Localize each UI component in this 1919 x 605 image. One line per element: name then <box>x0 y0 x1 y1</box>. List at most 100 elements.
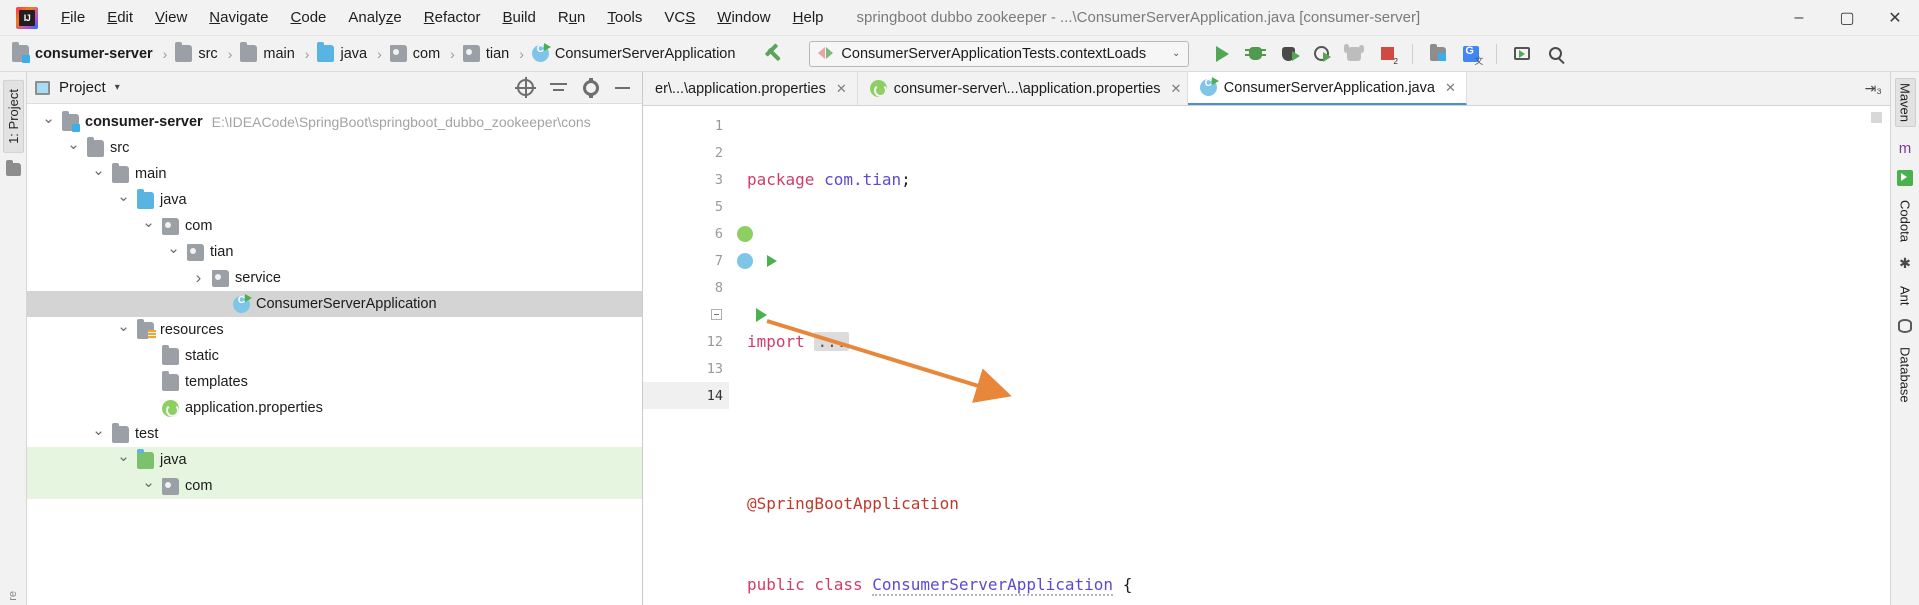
toolbar-divider <box>1496 43 1498 64</box>
tree-row-main[interactable]: main <box>27 161 642 187</box>
menu-item-refactor[interactable]: Refactor <box>413 0 492 35</box>
folder-icon <box>175 42 193 62</box>
breadcrumb-item-com[interactable]: com <box>388 43 444 64</box>
line-number: 9 <box>643 301 767 328</box>
chevron-right-icon[interactable] <box>191 268 206 288</box>
menu-item-analyze[interactable]: Analyze <box>337 0 412 35</box>
menu-item-window[interactable]: Window <box>706 0 781 35</box>
collapsed-imports[interactable]: ... <box>814 332 850 351</box>
menu-item-build[interactable]: Build <box>491 0 546 35</box>
tree-row-test[interactable]: test <box>27 421 642 447</box>
close-icon[interactable]: ✕ <box>1445 80 1456 96</box>
tree-row-application-properties[interactable]: application.properties <box>27 395 642 421</box>
tree-row-templates[interactable]: templates <box>27 369 642 395</box>
breadcrumb-item-tian[interactable]: tian <box>461 43 513 64</box>
tree-row-test-java[interactable]: java <box>27 447 642 473</box>
tool-window-button-ant[interactable]: Ant <box>1898 286 1913 306</box>
breadcrumb-item-class[interactable]: ConsumerServerApplication <box>530 43 740 64</box>
build-project-icon[interactable] <box>761 41 787 67</box>
menu-item-edit[interactable]: Edit <box>96 0 144 35</box>
editor-scrollbar-marker[interactable] <box>1871 112 1882 123</box>
run-icon[interactable] <box>1207 40 1237 68</box>
code-editor[interactable]: 1 2 3 5 6 7 8 9 <box>643 106 1890 605</box>
maximize-button[interactable]: ▢ <box>1823 0 1871 35</box>
tree-row-java[interactable]: java <box>27 187 642 213</box>
tree-row-src[interactable]: src <box>27 135 642 161</box>
editor-tabs-overflow[interactable]: ⇥₃ <box>1857 72 1890 105</box>
breadcrumb-item-consumer-server[interactable]: consumer-server <box>10 42 157 64</box>
menu-item-code[interactable]: Code <box>280 0 338 35</box>
menu-bar: File Edit View Navigate Code Analyze Ref… <box>50 0 835 35</box>
chevron-down-icon[interactable] <box>141 477 156 495</box>
tool-window-button-maven[interactable]: Maven <box>1894 78 1916 128</box>
chevron-down-icon[interactable] <box>116 191 131 209</box>
debug-icon[interactable] <box>1240 40 1270 68</box>
editor-tab-0[interactable]: er\...\application.properties ✕ <box>643 72 858 105</box>
tree-row-consumer-server[interactable]: consumer-server E:\IDEACode\SpringBoot\s… <box>27 109 642 135</box>
tree-row-resources[interactable]: resources <box>27 317 642 343</box>
tree-row-tian[interactable]: tian <box>27 239 642 265</box>
tree-path: E:\IDEACode\SpringBoot\springboot_dubbo_… <box>211 114 591 130</box>
breadcrumb-item-java[interactable]: java <box>315 42 371 64</box>
breadcrumb-item-main[interactable]: main <box>238 42 298 64</box>
fold-toggle-icon[interactable] <box>711 309 722 320</box>
settings-icon[interactable] <box>583 77 599 98</box>
tree-row-consumer-server-application[interactable]: ConsumerServerApplication <box>27 291 642 317</box>
tree-row-test-com[interactable]: com <box>27 473 642 499</box>
menu-item-file[interactable]: File <box>50 0 96 35</box>
close-button[interactable]: ✕ <box>1871 0 1919 35</box>
chevron-down-icon[interactable] <box>91 165 106 183</box>
profile-icon[interactable] <box>1306 40 1336 68</box>
tree-row-service[interactable]: service <box>27 265 642 291</box>
run-with-coverage-icon[interactable] <box>1273 40 1303 68</box>
close-icon[interactable]: ✕ <box>1171 81 1182 97</box>
menu-item-vcs[interactable]: VCS <box>653 0 706 35</box>
collapse-all-icon[interactable] <box>550 81 567 95</box>
codota-icon[interactable] <box>1897 170 1913 187</box>
menu-item-run[interactable]: Run <box>547 0 597 35</box>
chevron-down-icon[interactable] <box>41 113 56 131</box>
editor-tabs: er\...\application.properties ✕ consumer… <box>643 72 1890 106</box>
tree-row-com[interactable]: com <box>27 213 642 239</box>
window-controls: – ▢ ✕ <box>1775 0 1919 35</box>
tree-label: java <box>160 192 187 208</box>
tool-window-button-database[interactable]: Database <box>1898 347 1913 403</box>
chevron-down-icon[interactable] <box>116 451 131 469</box>
chevron-down-icon[interactable] <box>116 321 131 339</box>
chevron-down-icon[interactable] <box>91 425 106 443</box>
chevron-down-icon[interactable]: ▾ <box>115 82 120 93</box>
code-text[interactable]: package com.tian; import ... @SpringBoot… <box>729 106 1890 605</box>
chevron-down-icon[interactable] <box>141 217 156 235</box>
editor-gutter[interactable]: 1 2 3 5 6 7 8 9 <box>643 106 777 605</box>
tree-label: templates <box>185 374 248 390</box>
tool-window-button-project[interactable]: 1: Project <box>2 80 24 153</box>
project-tree: consumer-server E:\IDEACode\SpringBoot\s… <box>27 104 642 605</box>
run-configuration-selector[interactable]: ConsumerServerApplicationTests.contextLo… <box>809 40 1190 67</box>
minimize-button[interactable]: – <box>1775 0 1823 35</box>
run-configuration-label: ConsumerServerApplicationTests.contextLo… <box>841 45 1147 62</box>
google-translate-icon[interactable] <box>1456 40 1486 68</box>
package-folder-icon <box>162 217 179 235</box>
structure-icon[interactable] <box>5 159 21 176</box>
menu-item-navigate[interactable]: Navigate <box>198 0 279 35</box>
chevron-down-icon[interactable] <box>166 243 181 261</box>
editor-tab-2[interactable]: ConsumerServerApplication.java ✕ <box>1187 72 1467 105</box>
project-structure-icon[interactable] <box>1423 40 1453 68</box>
menu-item-help[interactable]: Help <box>782 0 835 35</box>
menu-item-view[interactable]: View <box>144 0 198 35</box>
editor-tab-1[interactable]: consumer-server\...\application.properti… <box>857 72 1188 105</box>
tool-window-button-codota[interactable]: Codota <box>1898 200 1913 242</box>
locate-icon[interactable] <box>515 77 536 98</box>
stop-icon[interactable]: 2 <box>1372 40 1402 68</box>
left-tool-rail: 1: Project re <box>0 72 27 605</box>
intellij-logo-icon: IJ <box>16 6 38 29</box>
breadcrumb-item-src[interactable]: src <box>173 42 221 64</box>
close-icon[interactable]: ✕ <box>836 81 847 97</box>
tree-row-static[interactable]: static <box>27 343 642 369</box>
hide-icon[interactable] <box>615 86 630 89</box>
search-everywhere-icon[interactable] <box>1540 40 1570 68</box>
menu-item-tools[interactable]: Tools <box>596 0 653 35</box>
chevron-down-icon[interactable] <box>66 139 81 157</box>
terminal-icon[interactable] <box>1507 40 1537 68</box>
